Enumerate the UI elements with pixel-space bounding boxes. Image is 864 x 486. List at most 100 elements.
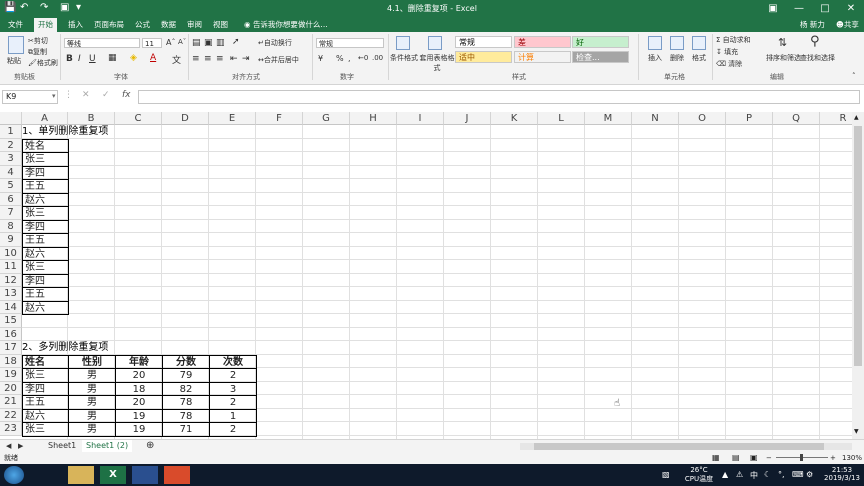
- worksheet-grid[interactable]: A B C D E F G H I J K L M N O P Q R 1 2 3 4 5 6 7 8 9 10 11 12 13 14 15 1…: [0, 112, 852, 439]
- name-cell[interactable]: 王五: [22, 287, 69, 302]
- underline-icon[interactable]: U: [89, 54, 96, 64]
- table-cell[interactable]: 张三: [22, 422, 69, 437]
- align-bottom-icon[interactable]: ▥: [216, 38, 225, 48]
- table-header-cell[interactable]: 次数: [209, 354, 257, 369]
- row-header[interactable]: 9: [0, 233, 22, 247]
- orientation-icon[interactable]: ➚: [232, 37, 240, 47]
- formula-input[interactable]: [138, 90, 860, 104]
- name-cell[interactable]: 李四: [22, 219, 69, 234]
- name-cell[interactable]: 张三: [22, 152, 69, 167]
- table-cell[interactable]: 2: [209, 368, 257, 383]
- row-header[interactable]: 12: [0, 273, 22, 287]
- align-left-icon[interactable]: ≡: [192, 54, 200, 64]
- cut-button[interactable]: ✂剪切: [28, 36, 48, 46]
- punctuation-icon[interactable]: °,: [778, 470, 785, 479]
- table-cell[interactable]: 男: [68, 395, 116, 410]
- name-cell[interactable]: 赵六: [22, 300, 69, 315]
- paste-icon[interactable]: [8, 36, 24, 54]
- find-select-button[interactable]: 查找和选择: [800, 53, 835, 63]
- decrease-indent-icon[interactable]: ⇤: [230, 54, 238, 64]
- tray-icon[interactable]: ▧: [662, 470, 670, 479]
- paste-button[interactable]: 粘贴: [7, 56, 21, 66]
- increase-indent-icon[interactable]: ⇥: [242, 54, 250, 64]
- scroll-down-icon[interactable]: ▼: [854, 428, 859, 435]
- section1-title[interactable]: 1、单列删除重复项: [22, 125, 116, 140]
- name-cell[interactable]: 李四: [22, 273, 69, 288]
- column-header[interactable]: F: [256, 112, 303, 125]
- cell-style-item[interactable]: 检查...: [572, 51, 629, 63]
- bold-icon[interactable]: B: [66, 54, 73, 64]
- zoom-level[interactable]: 130%: [842, 452, 862, 464]
- tab-view[interactable]: 视图: [209, 18, 232, 32]
- row-header[interactable]: 5: [0, 179, 22, 193]
- tab-formulas[interactable]: 公式: [131, 18, 154, 32]
- align-right-icon[interactable]: ≡: [216, 54, 224, 64]
- percent-icon[interactable]: %: [336, 54, 344, 63]
- table-cell[interactable]: 2: [209, 422, 257, 437]
- table-header-cell[interactable]: 姓名: [22, 354, 69, 369]
- close-button[interactable]: ✕: [838, 1, 864, 17]
- table-cell[interactable]: 20: [115, 368, 163, 383]
- merge-center-button[interactable]: ↔合并后居中: [258, 55, 299, 65]
- align-middle-icon[interactable]: ▣: [204, 38, 213, 48]
- table-cell[interactable]: 20: [115, 395, 163, 410]
- cancel-icon[interactable]: ✕: [82, 90, 90, 100]
- row-header[interactable]: 13: [0, 287, 22, 301]
- magnifier-icon[interactable]: ⚲: [810, 34, 820, 49]
- row-header[interactable]: 14: [0, 300, 22, 314]
- column-header[interactable]: C: [115, 112, 162, 125]
- conditional-format-icon[interactable]: [396, 36, 410, 50]
- name-cell[interactable]: 李四: [22, 165, 69, 180]
- name-cell[interactable]: 王五: [22, 233, 69, 248]
- tab-file[interactable]: 文件: [4, 18, 27, 32]
- increase-decimal-icon[interactable]: ←0: [358, 54, 368, 62]
- number-format-select[interactable]: 常规: [316, 38, 384, 48]
- zoom-slider-thumb[interactable]: [800, 454, 803, 461]
- delete-cells-button[interactable]: 删除: [670, 53, 684, 63]
- table-header-cell[interactable]: 年龄: [115, 354, 163, 369]
- table-cell[interactable]: 男: [68, 422, 116, 437]
- next-sheet-icon[interactable]: ▶: [14, 440, 27, 452]
- collapse-ribbon-icon[interactable]: ˄: [852, 72, 856, 80]
- row-header[interactable]: 20: [0, 381, 22, 395]
- table-cell[interactable]: 19: [115, 422, 163, 437]
- section2-title[interactable]: 2、多列删除重复项: [22, 341, 116, 356]
- font-color-icon[interactable]: A: [150, 53, 156, 63]
- tab-page-layout[interactable]: 页面布局: [90, 18, 128, 32]
- table-cell[interactable]: 1: [209, 408, 257, 423]
- row-header[interactable]: 8: [0, 219, 22, 233]
- new-sheet-icon[interactable]: ⊕: [142, 440, 158, 452]
- cell-style-item[interactable]: 适中: [455, 51, 512, 63]
- column-header[interactable]: K: [491, 112, 538, 125]
- table-cell[interactable]: 79: [162, 368, 210, 383]
- column-header[interactable]: I: [397, 112, 444, 125]
- name-box[interactable]: K9: [2, 90, 58, 104]
- select-all-corner[interactable]: [0, 112, 22, 125]
- page-break-icon[interactable]: ▣: [750, 452, 758, 464]
- font-size-select[interactable]: 11: [142, 38, 162, 48]
- insert-cells-icon[interactable]: [648, 36, 662, 50]
- row-header[interactable]: 15: [0, 314, 22, 328]
- comma-icon[interactable]: ,: [348, 54, 351, 63]
- column-header[interactable]: N: [632, 112, 679, 125]
- row-header[interactable]: 7: [0, 206, 22, 220]
- italic-icon[interactable]: I: [78, 54, 81, 64]
- app-icon[interactable]: [132, 466, 158, 484]
- name-cell[interactable]: 王五: [22, 179, 69, 194]
- insert-function-icon[interactable]: fx: [122, 90, 131, 100]
- grow-font-icon[interactable]: Aˆ: [166, 38, 175, 47]
- table-cell[interactable]: 李四: [22, 381, 69, 396]
- ime-icon[interactable]: 中: [750, 470, 758, 481]
- name-cell[interactable]: 赵六: [22, 192, 69, 207]
- zoom-in-icon[interactable]: +: [830, 452, 836, 464]
- table-cell[interactable]: 男: [68, 381, 116, 396]
- table-cell[interactable]: 78: [162, 408, 210, 423]
- column-header[interactable]: B: [68, 112, 115, 125]
- row-header[interactable]: 2: [0, 138, 22, 152]
- recorder-icon[interactable]: [164, 466, 190, 484]
- sort-filter-button[interactable]: 排序和筛选: [766, 53, 801, 63]
- column-header[interactable]: Q: [773, 112, 820, 125]
- row-header[interactable]: 22: [0, 408, 22, 422]
- align-top-icon[interactable]: ▤: [192, 38, 201, 48]
- autosum-button[interactable]: Σ 自动求和: [716, 35, 751, 45]
